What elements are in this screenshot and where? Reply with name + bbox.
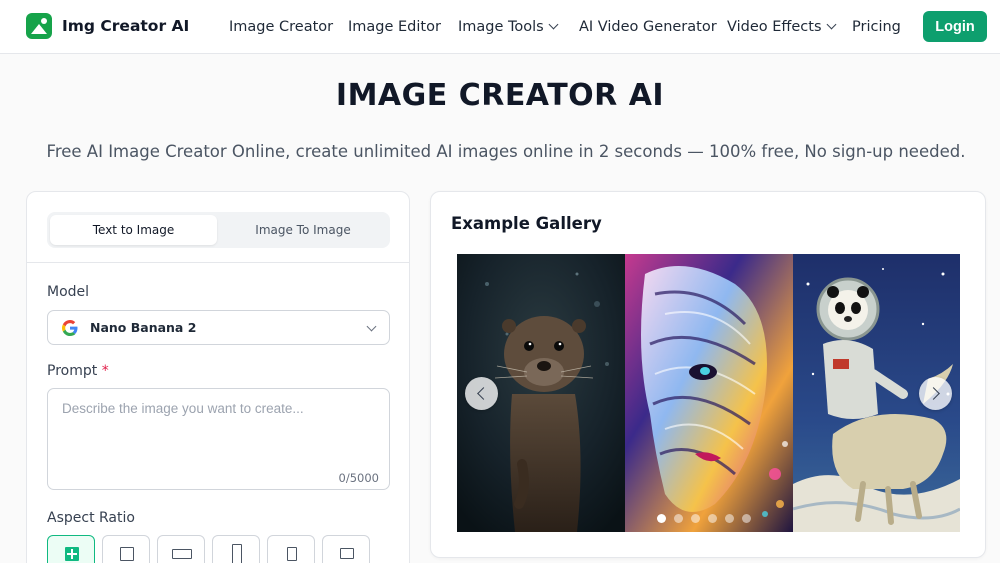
nav-image-creator[interactable]: Image Creator — [229, 0, 333, 54]
nav-label: Image Creator — [229, 19, 334, 35]
example-gallery-panel: Example Gallery — [430, 191, 986, 558]
login-button[interactable]: Login — [923, 11, 987, 42]
tab-text-to-image[interactable]: Text to Image — [50, 215, 217, 245]
char-counter: 0/5000 — [338, 471, 379, 485]
required-mark: * — [101, 363, 109, 379]
model-select[interactable]: Nano Banana 2 — [47, 310, 390, 345]
auto-ratio-icon — [65, 547, 79, 561]
nav-pricing[interactable]: Pricing — [852, 0, 901, 54]
chevron-left-icon — [477, 387, 490, 400]
carousel-dot-4[interactable] — [708, 514, 717, 523]
gallery-image-psychedelic-face[interactable] — [625, 254, 793, 532]
square-ratio-icon — [120, 547, 134, 561]
nav-label: Image Tools — [458, 19, 544, 35]
aspect-ratio-tall[interactable] — [267, 535, 315, 563]
aspect-ratio-landscape[interactable] — [322, 535, 370, 563]
nav-label: Video Effects — [727, 19, 822, 35]
chevron-down-icon — [548, 19, 559, 29]
chevron-right-icon — [927, 387, 940, 400]
carousel-dot-1[interactable] — [657, 514, 666, 523]
carousel-dot-5[interactable] — [725, 514, 734, 523]
prompt-label-text: Prompt — [47, 363, 98, 379]
aspect-ratio-label: Aspect Ratio — [47, 510, 135, 526]
gallery-prev-button[interactable] — [465, 377, 498, 410]
nav-label: AI Video Generator — [579, 19, 717, 35]
carousel-dot-3[interactable] — [691, 514, 700, 523]
generator-form-panel: Text to Image Image To Image Model Nano … — [26, 191, 410, 563]
brand-name: Img Creator AI — [62, 17, 190, 35]
tab-image-to-image[interactable]: Image To Image — [219, 215, 387, 245]
prompt-box: 0/5000 — [47, 388, 390, 490]
aspect-ratio-auto[interactable] — [47, 535, 95, 563]
wide-ratio-icon — [172, 549, 192, 559]
landscape-ratio-icon — [340, 548, 354, 559]
divider — [27, 262, 409, 263]
model-label: Model — [47, 284, 90, 300]
carousel-dot-2[interactable] — [674, 514, 683, 523]
page-title: IMAGE CREATOR AI — [335, 78, 665, 113]
gallery-carousel — [457, 254, 960, 532]
nav-ai-video-generator[interactable]: AI Video Generator — [579, 0, 717, 54]
google-icon — [62, 319, 78, 336]
model-value: Nano Banana 2 — [90, 320, 197, 335]
prompt-label: Prompt * — [47, 363, 109, 379]
brand-logo[interactable]: Img Creator AI — [26, 13, 189, 39]
top-header: Img Creator AI Image Creator Image Edito… — [0, 0, 1000, 54]
chevron-down-icon — [826, 19, 836, 29]
chevron-down-icon — [366, 321, 377, 332]
tall-ratio-icon — [287, 547, 297, 561]
image-logo-icon — [26, 13, 52, 39]
carousel-dots — [657, 514, 759, 523]
aspect-ratio-portrait[interactable] — [212, 535, 260, 563]
gallery-title: Example Gallery — [451, 214, 602, 233]
aspect-ratio-wide[interactable] — [157, 535, 205, 563]
nav-image-tools[interactable]: Image Tools — [458, 0, 559, 54]
nav-label: Image Editor — [348, 19, 441, 35]
nav-image-editor[interactable]: Image Editor — [348, 0, 441, 54]
nav-label: Pricing — [852, 19, 901, 35]
aspect-ratio-square[interactable] — [102, 535, 150, 563]
portrait-ratio-icon — [232, 544, 242, 563]
mode-tabs: Text to Image Image To Image — [47, 212, 390, 248]
carousel-dot-6[interactable] — [742, 514, 751, 523]
nav-video-effects[interactable]: Video Effects — [727, 0, 836, 54]
gallery-next-button[interactable] — [919, 377, 952, 410]
page-subtitle: Free AI Image Creator Online, create unl… — [46, 142, 966, 161]
